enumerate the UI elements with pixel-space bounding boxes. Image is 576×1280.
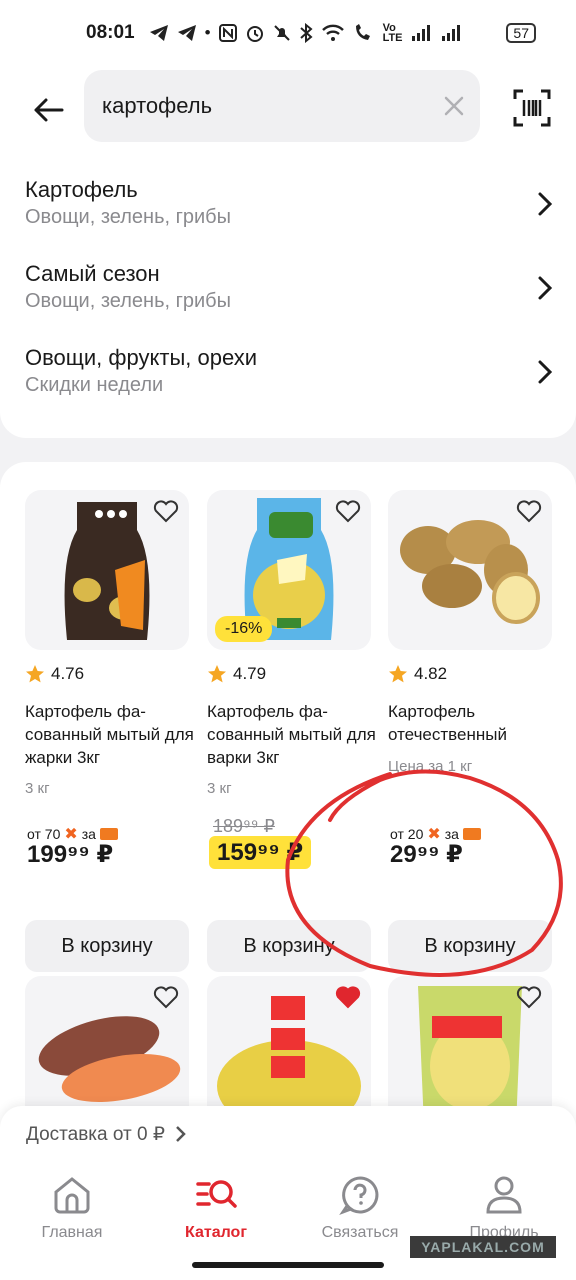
- product-price: 159⁹⁹ ₽: [209, 836, 312, 869]
- battery-indicator: 57: [506, 23, 536, 43]
- status-time: 08:01: [86, 22, 135, 43]
- product-image[interactable]: [388, 490, 552, 650]
- product-name[interactable]: Картофель фа-сованный мытый для варки 3к…: [207, 700, 377, 769]
- nav-label: Главная: [41, 1224, 103, 1241]
- product-rating: 4.79: [207, 664, 266, 684]
- chevron-right-icon: [176, 1126, 186, 1142]
- nfc-icon: [218, 24, 237, 42]
- nav-item-profile[interactable]: Профиль: [444, 1174, 564, 1242]
- heart-outline-icon[interactable]: [516, 500, 542, 524]
- suggestion-subtitle: Скидки недели: [25, 374, 164, 396]
- mute-icon: [273, 25, 290, 41]
- heart-outline-icon[interactable]: [153, 986, 179, 1010]
- suggestion-item[interactable]: Картофель Овощи, зелень, грибы: [0, 162, 576, 246]
- clear-icon[interactable]: [442, 94, 466, 118]
- add-to-cart-button[interactable]: В корзину: [207, 920, 371, 972]
- search-query: картофель: [102, 93, 213, 118]
- product-weight: Цена за 1 кг: [388, 758, 473, 775]
- dot-icon: •: [204, 23, 211, 42]
- product-name[interactable]: Картофель фа-сованный мытый для жарки 3к…: [25, 700, 195, 769]
- product-price: 199⁹⁹ ₽: [27, 841, 114, 868]
- star-icon: [389, 665, 407, 683]
- telegram-icon: [149, 25, 168, 41]
- status-bar: 08:01 • Vo LTE 57: [0, 0, 576, 66]
- suggestion-item[interactable]: Овощи, фрукты, орехи Скидки недели: [0, 330, 576, 414]
- product-image[interactable]: [25, 490, 189, 650]
- suggestion-subtitle: Овощи, зелень, грибы: [25, 206, 232, 228]
- nav-label: Каталог: [185, 1224, 247, 1241]
- alarm-icon: [246, 26, 263, 42]
- volte-icon: Vo LTE: [382, 22, 403, 44]
- product-weight: 3 кг: [25, 780, 50, 797]
- heart-outline-icon[interactable]: [516, 986, 542, 1010]
- arrow-left-icon: [34, 98, 64, 122]
- heart-outline-icon[interactable]: [153, 500, 179, 524]
- product-price: 29⁹⁹ ₽: [390, 841, 463, 868]
- bluetooth-icon: [299, 23, 313, 43]
- nav-item-contact[interactable]: Связаться: [300, 1174, 420, 1242]
- star-icon: [26, 665, 44, 683]
- catalog-search-icon: [196, 1180, 237, 1208]
- rating-value: 4.79: [233, 664, 267, 683]
- barcode-scan-icon[interactable]: [512, 88, 552, 128]
- rating-value: 4.82: [414, 664, 448, 683]
- signal-icon: [411, 25, 430, 41]
- wifi-icon: [321, 24, 344, 41]
- chevron-right-icon: [538, 360, 553, 384]
- discount-badge: -16%: [215, 616, 273, 642]
- product-card[interactable]: -16% 4.79 Картофель фа-сованный мытый дл…: [207, 490, 376, 972]
- signal-icon: [441, 25, 460, 41]
- suggestion-item[interactable]: Самый сезон Овощи, зелень, грибы: [0, 246, 576, 330]
- product-name[interactable]: Картофель отечественный: [388, 700, 558, 746]
- home-indicator[interactable]: [192, 1262, 384, 1268]
- delivery-text: Доставка от 0 ₽: [26, 1123, 165, 1145]
- add-to-cart-button[interactable]: В корзину: [25, 920, 189, 972]
- telegram-icon: [177, 25, 196, 41]
- rating-value: 4.76: [51, 664, 85, 683]
- search-input[interactable]: картофель: [84, 70, 480, 142]
- suggestion-title: Картофель: [25, 177, 138, 202]
- product-image[interactable]: -16%: [207, 490, 371, 650]
- suggestion-title: Самый сезон: [25, 261, 160, 286]
- support-icon: [339, 1176, 379, 1216]
- search-panel: картофель Картофель Овощи, зелень, грибы…: [0, 66, 576, 438]
- product-card[interactable]: 4.82 Картофель отечественный Цена за 1 к…: [388, 490, 552, 972]
- add-to-cart-button[interactable]: В корзину: [388, 920, 552, 972]
- product-rating: 4.82: [388, 664, 447, 684]
- back-button[interactable]: [28, 90, 68, 130]
- product-weight: 3 кг: [207, 780, 232, 797]
- status-icons: • Vo LTE 57: [149, 22, 536, 44]
- home-icon: [54, 1177, 90, 1214]
- suggestion-title: Овощи, фрукты, орехи: [25, 345, 257, 370]
- loyalty-card-icon: [462, 828, 481, 840]
- product-card[interactable]: 4.76 Картофель фа-сованный мытый для жар…: [25, 490, 194, 972]
- delivery-banner[interactable]: Доставка от 0 ₽: [0, 1106, 576, 1162]
- wifi-call-icon: [355, 24, 370, 40]
- chevron-right-icon: [538, 276, 553, 300]
- heart-filled-icon[interactable]: [335, 986, 361, 1010]
- profile-icon: [486, 1176, 522, 1214]
- star-icon: [208, 665, 226, 683]
- nav-item-catalog[interactable]: Каталог: [156, 1174, 276, 1242]
- loyalty-card-icon: [99, 828, 118, 840]
- search-suggestions: Картофель Овощи, зелень, грибы Самый сез…: [0, 162, 576, 414]
- chevron-right-icon: [538, 192, 553, 216]
- old-price: 189⁹⁹ ₽: [213, 816, 275, 836]
- product-rating: 4.76: [25, 664, 84, 684]
- nav-item-home[interactable]: Главная: [12, 1174, 132, 1242]
- watermark: YAPLAKAL.COM: [410, 1236, 556, 1258]
- suggestion-subtitle: Овощи, зелень, грибы: [25, 290, 232, 312]
- heart-outline-icon[interactable]: [335, 500, 361, 524]
- nav-label: Связаться: [321, 1224, 399, 1241]
